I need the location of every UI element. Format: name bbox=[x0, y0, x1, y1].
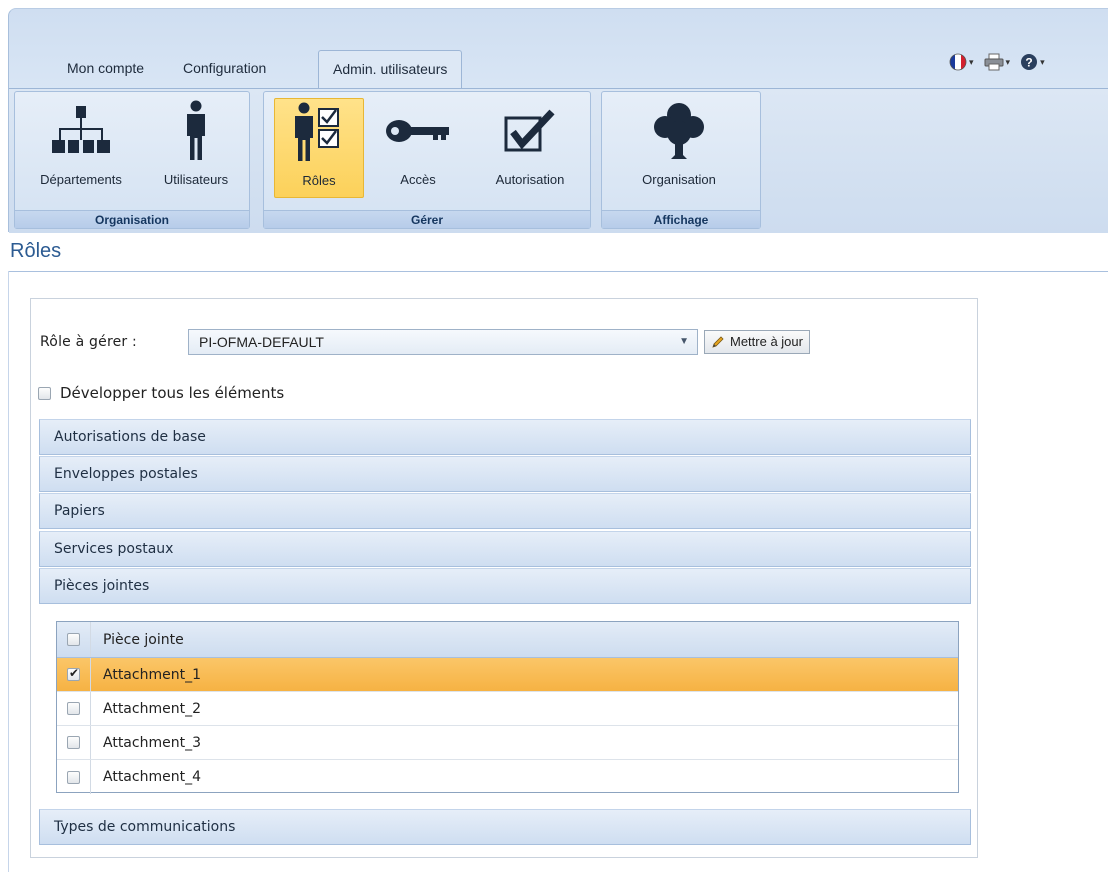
chevron-down-icon: ▼ bbox=[679, 336, 689, 347]
tab-configuration[interactable]: Configuration bbox=[169, 50, 280, 88]
autorisation-button[interactable]: Autorisation bbox=[478, 98, 582, 198]
tab-mon-compte[interactable]: Mon compte bbox=[53, 50, 158, 88]
table-row[interactable]: Attachment_1 bbox=[57, 658, 958, 692]
expand-all-row: Développer tous les éléments bbox=[38, 384, 284, 402]
accordion-autorisations-de-base[interactable]: Autorisations de base bbox=[39, 419, 971, 455]
acces-button[interactable]: Accès bbox=[378, 98, 458, 198]
grid-header: Pièce jointe bbox=[57, 622, 958, 658]
ribbon-group-affichage: Organisation Affichage bbox=[601, 91, 761, 229]
printer-icon bbox=[984, 53, 1004, 71]
table-row[interactable]: Attachment_4 bbox=[57, 760, 958, 794]
button-label: Accès bbox=[400, 172, 436, 187]
left-divider bbox=[8, 271, 9, 872]
accordion-services-postaux[interactable]: Services postaux bbox=[39, 531, 971, 567]
attachment-name: Attachment_4 bbox=[103, 769, 201, 785]
roles-button[interactable]: Rôles bbox=[274, 98, 364, 198]
key-icon bbox=[386, 120, 449, 142]
update-button[interactable]: Mettre à jour bbox=[704, 330, 810, 354]
group-label: Affichage bbox=[602, 210, 760, 228]
role-select[interactable]: PI-OFMA-DEFAULT ▼ bbox=[188, 329, 698, 355]
print-menu[interactable]: ▾ bbox=[984, 53, 1011, 71]
attachment-name: Attachment_3 bbox=[103, 734, 201, 751]
top-toolbar: ▾ ▾ ? ▾ bbox=[949, 53, 1045, 71]
chevron-down-icon: ▾ bbox=[1040, 56, 1045, 67]
departements-button[interactable]: Départements bbox=[25, 98, 137, 198]
row-checkbox[interactable] bbox=[67, 736, 80, 749]
user-checklist-icon bbox=[295, 102, 339, 161]
france-flag-icon bbox=[949, 53, 967, 71]
page-title: Rôles bbox=[10, 240, 62, 262]
table-row[interactable]: Attachment_3 bbox=[57, 726, 958, 760]
ribbon: Mon compte Configuration Admin. utilisat… bbox=[8, 8, 1108, 233]
row-checkbox[interactable] bbox=[67, 770, 80, 784]
language-menu[interactable]: ▾ bbox=[949, 53, 974, 71]
accordion-enveloppes-postales[interactable]: Enveloppes postales bbox=[39, 456, 971, 492]
accordion-types-de-communications[interactable]: Types de communications bbox=[39, 809, 971, 845]
attachment-name: Attachment_2 bbox=[103, 700, 201, 717]
accordion-pieces-jointes[interactable]: Pièces jointes bbox=[39, 568, 971, 604]
chevron-down-icon: ▾ bbox=[969, 56, 974, 67]
row-checkbox-cell bbox=[57, 760, 91, 794]
role-select-value: PI-OFMA-DEFAULT bbox=[199, 334, 324, 350]
tab-admin-utilisateurs[interactable]: Admin. utilisateurs bbox=[318, 50, 463, 88]
button-label: Utilisateurs bbox=[163, 172, 229, 187]
chevron-down-icon: ▾ bbox=[1005, 56, 1011, 67]
grid-header-label: Pièce jointe bbox=[103, 631, 184, 648]
button-label: Départements bbox=[40, 172, 122, 187]
utilisateurs-button[interactable]: Utilisateurs bbox=[151, 98, 241, 198]
user-icon bbox=[187, 100, 205, 160]
organisation-view-button[interactable]: Organisation bbox=[614, 98, 744, 198]
select-all-checkbox[interactable] bbox=[67, 633, 80, 646]
group-label: Organisation bbox=[15, 210, 249, 228]
title-divider bbox=[8, 271, 1108, 272]
ribbon-group-organisation: Départements Utilisateurs Organisation bbox=[14, 91, 250, 229]
attachments-grid: Pièce jointe Attachment_1 Attachment_2 A… bbox=[56, 621, 959, 794]
attachment-name: Attachment_1 bbox=[103, 666, 201, 683]
pencil-icon bbox=[712, 336, 724, 348]
expand-all-label: Développer tous les éléments bbox=[60, 384, 285, 402]
help-menu[interactable]: ? ▾ bbox=[1020, 53, 1045, 71]
row-checkbox[interactable] bbox=[67, 702, 80, 715]
row-checkbox-cell bbox=[57, 658, 91, 691]
ribbon-group-gerer: Rôles Accès Autorisation Gérer bbox=[263, 91, 591, 229]
group-label: Gérer bbox=[264, 210, 590, 228]
row-checkbox-cell bbox=[57, 692, 91, 725]
table-row[interactable]: Attachment_2 bbox=[57, 692, 958, 726]
org-chart-icon bbox=[52, 106, 110, 153]
accordion-papiers[interactable]: Papiers bbox=[39, 493, 971, 529]
row-checkbox[interactable] bbox=[67, 666, 80, 681]
tree-icon bbox=[654, 103, 704, 159]
update-button-label: Mettre à jour bbox=[730, 334, 803, 349]
button-label: Autorisation bbox=[495, 172, 565, 187]
help-icon: ? bbox=[1021, 54, 1038, 70]
button-label: Rôles bbox=[302, 173, 336, 188]
header-checkbox-cell bbox=[57, 622, 91, 657]
row-checkbox-cell bbox=[57, 726, 91, 759]
checkmark-box-icon bbox=[504, 109, 555, 152]
svg-text:?: ? bbox=[1025, 56, 1032, 70]
expand-all-checkbox[interactable] bbox=[38, 386, 51, 400]
role-label: Rôle à gérer : bbox=[40, 334, 137, 350]
button-label: Organisation bbox=[642, 172, 716, 187]
